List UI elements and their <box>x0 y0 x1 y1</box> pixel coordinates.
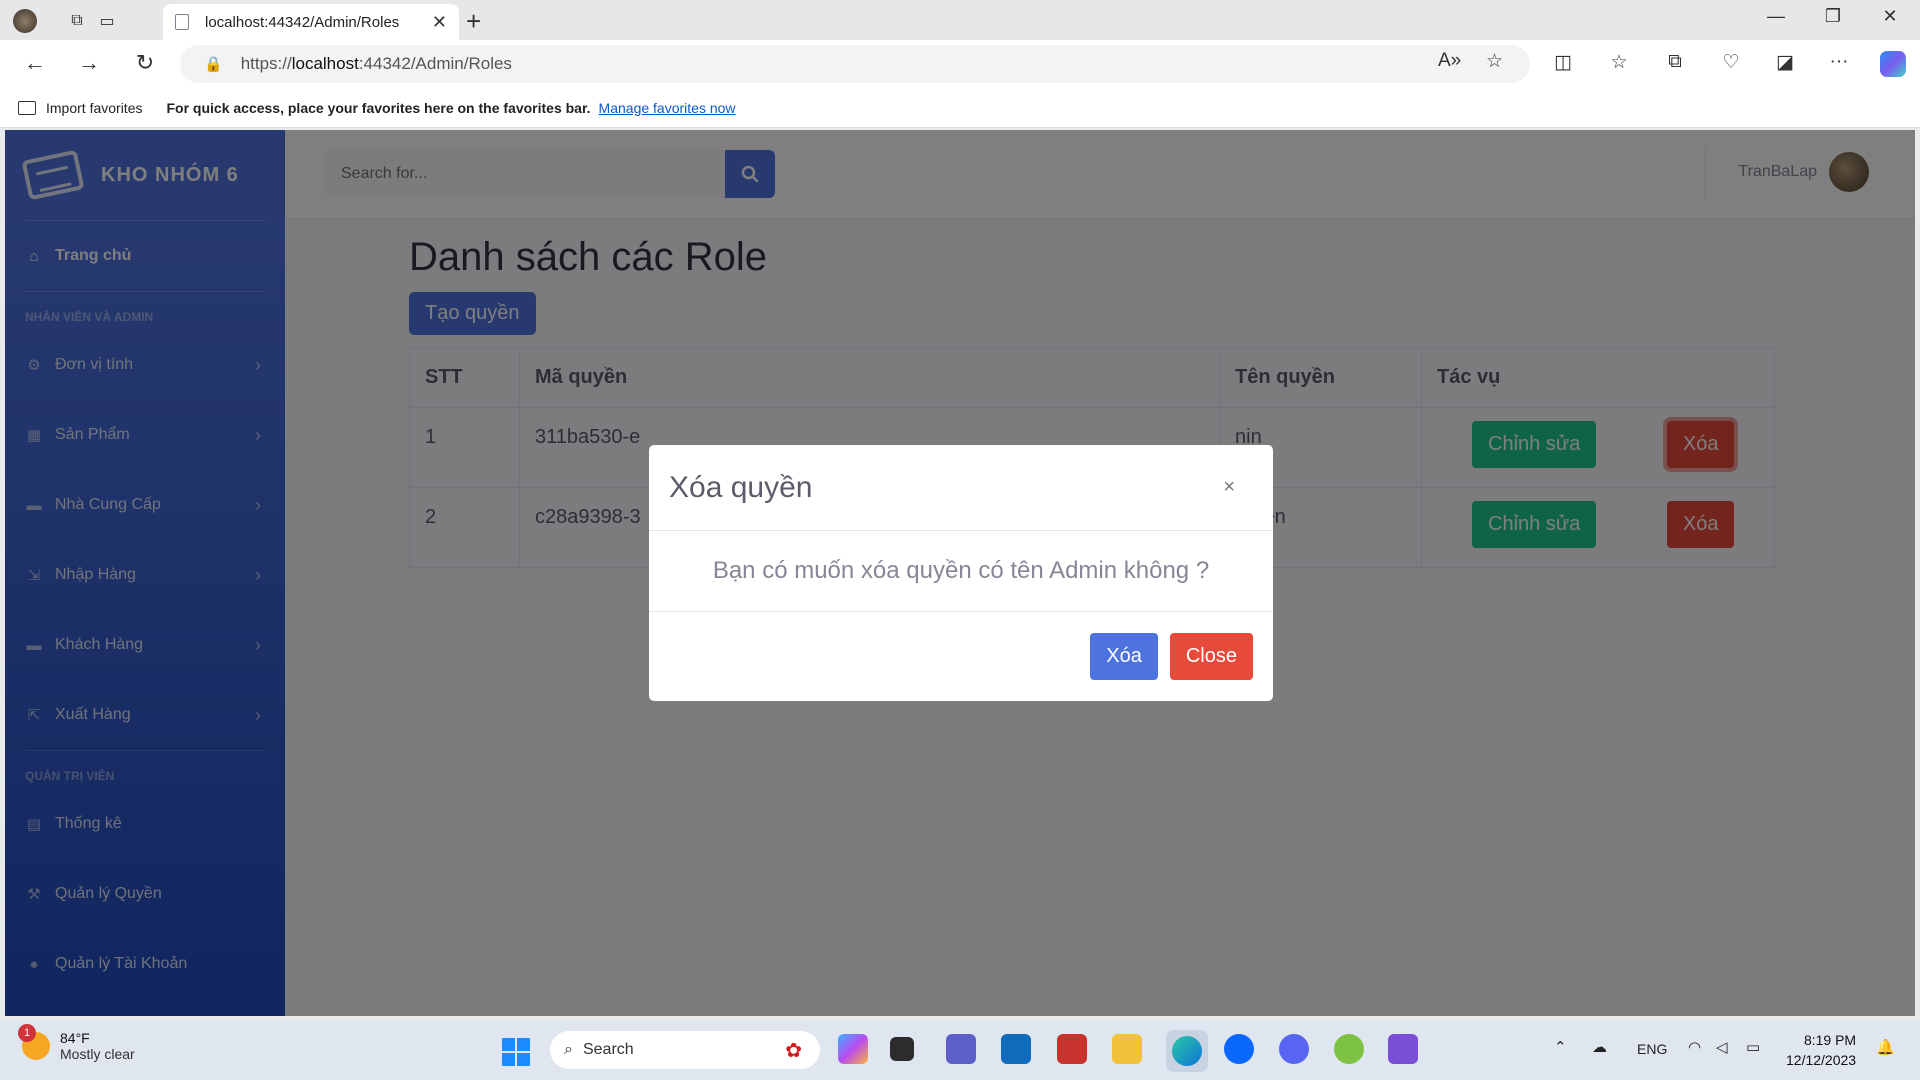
close-button[interactable]: Close <box>1169 633 1253 680</box>
collections-icon[interactable]: ⧉ <box>1660 51 1690 73</box>
import-favorites-button[interactable]: Import favorites <box>18 100 142 116</box>
visual-studio-icon[interactable] <box>1388 1034 1418 1064</box>
wifi-icon[interactable]: ◠ <box>1688 1038 1701 1056</box>
start-button[interactable] <box>502 1038 530 1066</box>
zalo-app-icon[interactable] <box>1224 1034 1254 1064</box>
copilot-app-icon[interactable] <box>838 1034 868 1064</box>
close-window-icon[interactable]: ✕ <box>1870 6 1910 27</box>
discord-app-icon[interactable] <box>1279 1034 1309 1064</box>
refresh-icon[interactable]: ↻ <box>130 50 160 76</box>
weather-sun-icon: 1 <box>18 1024 50 1060</box>
volume-icon[interactable]: ◁ <box>1716 1038 1728 1056</box>
battery-icon[interactable]: ▭ <box>1746 1038 1760 1056</box>
modal-title: Xóa quyền <box>669 470 813 504</box>
delete-role-modal: Xóa quyền × Bạn có muốn xóa quyền có tên… <box>649 445 1273 701</box>
workspaces-icon[interactable]: ⧉ <box>64 8 90 34</box>
page-favicon-icon <box>175 14 189 30</box>
web-page: KHO NHÓM 6 ⌂ Trang chủ NHÂN VIÊN VÀ ADMI… <box>5 130 1915 1016</box>
weather-widget[interactable]: 1 84°F Mostly clear <box>18 1024 135 1062</box>
browser-essentials-icon[interactable]: ♡ <box>1716 51 1746 74</box>
poinsettia-icon: ✿ <box>785 1039 802 1062</box>
edge-extension-icon[interactable]: ◪ <box>1770 51 1800 74</box>
copilot-icon[interactable] <box>1880 51 1910 77</box>
mail-app-icon[interactable] <box>1001 1034 1031 1064</box>
close-tab-icon[interactable]: ✕ <box>432 12 447 33</box>
profile-avatar-icon[interactable] <box>12 8 38 34</box>
onedrive-icon[interactable]: ☁ <box>1592 1038 1607 1056</box>
weather-condition: Mostly clear <box>60 1046 135 1062</box>
close-icon[interactable]: × <box>1223 476 1235 499</box>
read-aloud-icon[interactable]: A» <box>1438 50 1461 72</box>
teams-app-icon[interactable] <box>946 1034 976 1064</box>
taskbar-search[interactable]: ⌕ Search ✿ <box>550 1031 820 1069</box>
new-tab-icon[interactable]: + <box>466 6 481 37</box>
system-clock[interactable]: 8:19 PM 12/12/2023 <box>1786 1030 1856 1070</box>
favorite-star-icon[interactable]: ☆ <box>1486 50 1503 73</box>
minimize-icon[interactable]: — <box>1756 6 1796 27</box>
taskbar-search-label: Search <box>582 1041 634 1058</box>
favorites-bar: Import favorites For quick access, place… <box>0 88 1920 128</box>
vertical-tabs-icon[interactable]: ▭ <box>94 8 120 34</box>
favorites-tip: For quick access, place your favorites h… <box>166 99 591 116</box>
clock-time: 8:19 PM <box>1803 1032 1857 1048</box>
import-icon <box>18 100 36 115</box>
browser-tab-bar: ⧉ ▭ localhost:44342/Admin/Roles ✕ + — ❐ … <box>0 0 1920 40</box>
terminal-app-icon[interactable] <box>890 1037 914 1061</box>
search-icon: ⌕ <box>564 1041 573 1058</box>
restore-icon[interactable]: ❐ <box>1813 6 1853 27</box>
address-bar[interactable]: 🔒 https://localhost:44342/Admin/Roles <box>180 45 1530 83</box>
import-favorites-label: Import favorites <box>46 99 143 116</box>
back-icon[interactable]: ← <box>20 50 50 76</box>
browser-tab[interactable]: localhost:44342/Admin/Roles ✕ <box>163 4 459 40</box>
android-studio-icon[interactable] <box>1334 1034 1364 1064</box>
notification-bell-icon[interactable]: 🔔 <box>1876 1038 1895 1056</box>
taskbar: 1 84°F Mostly clear ⌕ Search ✿ ⌃ ☁ ENG ◠… <box>0 1020 1920 1080</box>
clock-date: 12/12/2023 <box>1786 1052 1857 1068</box>
chevron-up-icon[interactable]: ⌃ <box>1554 1038 1567 1056</box>
favorites-icon[interactable]: ☆ <box>1604 51 1634 74</box>
more-menu-icon[interactable]: ··· <box>1824 51 1854 73</box>
modal-message: Bạn có muốn xóa quyền có tên Admin không… <box>712 557 1210 584</box>
store-app-icon[interactable] <box>1057 1034 1087 1064</box>
forward-icon[interactable]: → <box>74 50 104 76</box>
language-indicator[interactable]: ENG <box>1637 1041 1667 1057</box>
lock-icon[interactable]: 🔒 <box>204 55 223 73</box>
split-screen-icon[interactable]: ◫ <box>1548 51 1578 74</box>
modal-body: Bạn có muốn xóa quyền có tên Admin không… <box>649 531 1273 612</box>
notification-badge: 1 <box>18 1024 36 1042</box>
manage-favorites-link[interactable]: Manage favorites now <box>599 100 736 116</box>
modal-footer: Xóa Close <box>649 612 1273 701</box>
modal-header: Xóa quyền × <box>649 445 1273 531</box>
file-explorer-icon[interactable] <box>1112 1034 1142 1064</box>
address-row: ← → ↻ 🔒 https://localhost:44342/Admin/Ro… <box>0 40 1920 88</box>
temperature: 84°F <box>60 1030 90 1046</box>
confirm-delete-button[interactable]: Xóa <box>1090 633 1158 680</box>
tab-title: localhost:44342/Admin/Roles <box>205 13 400 31</box>
edge-icon <box>1172 1036 1202 1066</box>
edge-app-active[interactable] <box>1166 1030 1208 1072</box>
url-text: https://localhost:44342/Admin/Roles <box>240 54 512 73</box>
windows-logo-icon <box>502 1038 515 1051</box>
